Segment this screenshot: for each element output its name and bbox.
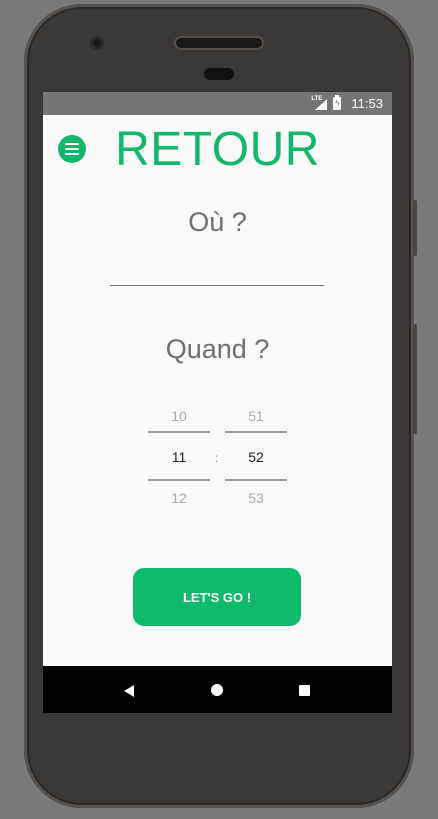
- where-input[interactable]: [110, 285, 324, 286]
- power-button: [413, 200, 417, 256]
- when-label: Quand ?: [165, 334, 270, 364]
- hour-selected[interactable]: 11: [148, 449, 210, 465]
- app-screen: LTE ϟ 11:53 RETOUR Où ? Quand ? 10 11 12…: [43, 92, 392, 713]
- proximity-sensor: [204, 68, 234, 80]
- time-separator: :: [215, 451, 219, 465]
- where-label: Où ?: [188, 207, 247, 237]
- battery-icon: ϟ: [333, 95, 342, 110]
- volume-button: [413, 324, 417, 434]
- hour-next[interactable]: 12: [148, 490, 210, 506]
- hour-divider-bottom: [148, 479, 210, 481]
- page-title: RETOUR: [115, 123, 320, 176]
- minute-divider-top: [225, 431, 287, 433]
- back-icon[interactable]: [124, 685, 134, 697]
- recent-apps-icon[interactable]: [299, 685, 310, 696]
- minute-next[interactable]: 53: [225, 490, 287, 506]
- hour-divider-top: [148, 431, 210, 433]
- lets-go-button[interactable]: LET'S GO !: [133, 568, 301, 626]
- front-camera: [90, 36, 104, 50]
- status-time: 11:53: [351, 96, 383, 111]
- minute-selected[interactable]: 52: [225, 449, 287, 465]
- home-icon[interactable]: [211, 684, 223, 696]
- signal-icon: LTE: [311, 96, 328, 110]
- hour-prev[interactable]: 10: [148, 408, 210, 424]
- earpiece-speaker: [176, 38, 262, 48]
- minute-divider-bottom: [225, 479, 287, 481]
- minute-prev[interactable]: 51: [225, 408, 287, 424]
- status-bar: LTE ϟ 11:53: [43, 92, 392, 115]
- navigation-bar: [43, 666, 392, 713]
